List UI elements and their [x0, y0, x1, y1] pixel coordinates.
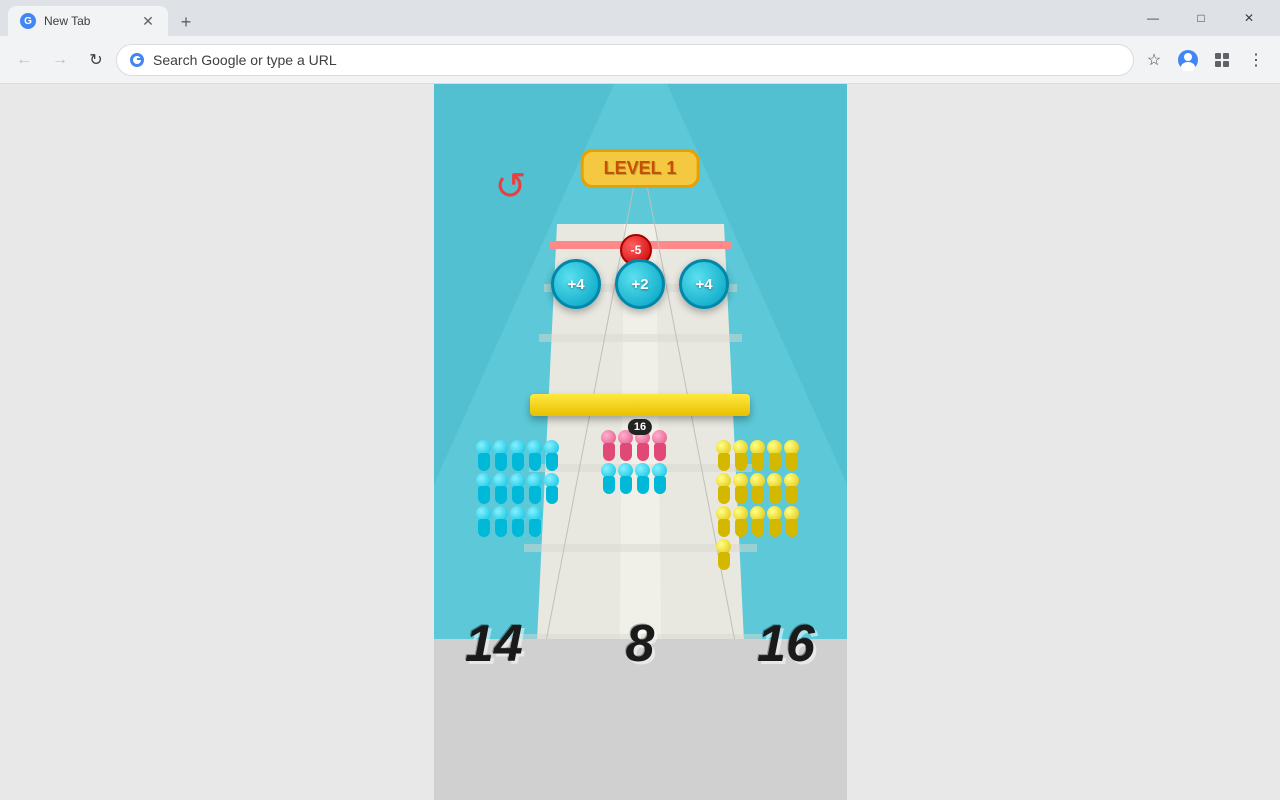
char-yellow — [784, 440, 799, 471]
tab-strip: G New Tab ✕ + — [8, 0, 1130, 36]
char-yellow — [767, 440, 782, 471]
char-cyan — [601, 463, 616, 494]
count-right: 16 — [757, 614, 815, 674]
char-cyan — [635, 463, 650, 494]
char-pink — [601, 430, 616, 461]
char-cyan — [527, 440, 542, 471]
back-button[interactable]: ← — [8, 44, 40, 76]
count-left: 14 — [465, 614, 523, 674]
char-cyan — [544, 473, 559, 504]
number-labels: 14 8 16 — [455, 614, 825, 674]
restart-icon: ↺ — [495, 164, 527, 209]
title-bar: G New Tab ✕ + — □ ✕ — [0, 0, 1280, 36]
char-cyan — [510, 440, 525, 471]
tab-title: New Tab — [44, 14, 132, 28]
char-yellow — [733, 506, 748, 537]
char-cyan — [618, 463, 633, 494]
char-yellow — [733, 440, 748, 471]
char-yellow — [750, 473, 765, 504]
char-yellow — [716, 539, 731, 570]
char-yellow — [716, 473, 731, 504]
new-tab-button[interactable]: + — [172, 8, 200, 36]
char-cyan — [527, 473, 542, 504]
char-yellow — [750, 440, 765, 471]
char-yellow — [733, 473, 748, 504]
char-cyan — [510, 473, 525, 504]
minimize-button[interactable]: — — [1130, 0, 1176, 36]
game-container: LEVEL 1 ↺ -5 +4 +2 +4 — [434, 84, 847, 800]
char-cyan — [493, 473, 508, 504]
boost-balls: +4 +2 +4 — [551, 259, 729, 309]
char-cyan — [476, 473, 491, 504]
char-yellow — [716, 506, 731, 537]
tab-favicon: G — [20, 13, 36, 29]
char-cyan — [544, 440, 559, 471]
google-icon — [129, 52, 145, 68]
boost-ball-center: +2 — [615, 259, 665, 309]
toolbar-actions: ☆ ⋮ — [1138, 44, 1272, 76]
char-cyan — [493, 440, 508, 471]
char-cyan — [493, 506, 508, 537]
boost-ball-left: +4 — [551, 259, 601, 309]
char-pink — [618, 430, 633, 461]
profile-button[interactable] — [1172, 44, 1204, 76]
window-controls: — □ ✕ — [1130, 0, 1272, 36]
char-cyan — [652, 463, 667, 494]
char-cyan — [527, 506, 542, 537]
forward-button[interactable]: → — [44, 44, 76, 76]
yellow-group-right — [715, 439, 815, 571]
count-center: 8 — [626, 614, 655, 674]
cyan-group-left — [475, 439, 565, 538]
pink-cyan-group-center: 16 — [600, 429, 680, 495]
char-yellow — [767, 506, 782, 537]
char-yellow — [784, 473, 799, 504]
chrome-window: G New Tab ✕ + — □ ✕ ← → ↻ Search Google — [0, 0, 1280, 800]
center-count-badge: 16 — [628, 419, 652, 435]
char-cyan — [476, 440, 491, 471]
char-pink — [652, 430, 667, 461]
close-button[interactable]: ✕ — [1226, 0, 1272, 36]
extensions-button[interactable] — [1206, 44, 1238, 76]
maximize-button[interactable]: □ — [1178, 0, 1224, 36]
reload-button[interactable]: ↻ — [80, 44, 112, 76]
bookmark-button[interactable]: ☆ — [1138, 44, 1170, 76]
toolbar: ← → ↻ Search Google or type a URL ☆ — [0, 36, 1280, 84]
address-bar[interactable]: Search Google or type a URL — [116, 44, 1134, 76]
yellow-barrier — [530, 394, 750, 416]
char-yellow — [716, 440, 731, 471]
tab-close-button[interactable]: ✕ — [140, 13, 156, 29]
char-cyan — [476, 506, 491, 537]
char-yellow — [750, 506, 765, 537]
content-area: LEVEL 1 ↺ -5 +4 +2 +4 — [0, 84, 1280, 800]
boost-ball-right: +4 — [679, 259, 729, 309]
characters-area: 16 — [455, 429, 825, 629]
restart-button[interactable]: ↺ — [489, 164, 533, 208]
active-tab[interactable]: G New Tab ✕ — [8, 6, 168, 36]
address-text: Search Google or type a URL — [153, 52, 1121, 68]
char-yellow — [784, 506, 799, 537]
char-cyan — [510, 506, 525, 537]
menu-button[interactable]: ⋮ — [1240, 44, 1272, 76]
char-yellow — [767, 473, 782, 504]
level-badge: LEVEL 1 — [581, 149, 700, 188]
